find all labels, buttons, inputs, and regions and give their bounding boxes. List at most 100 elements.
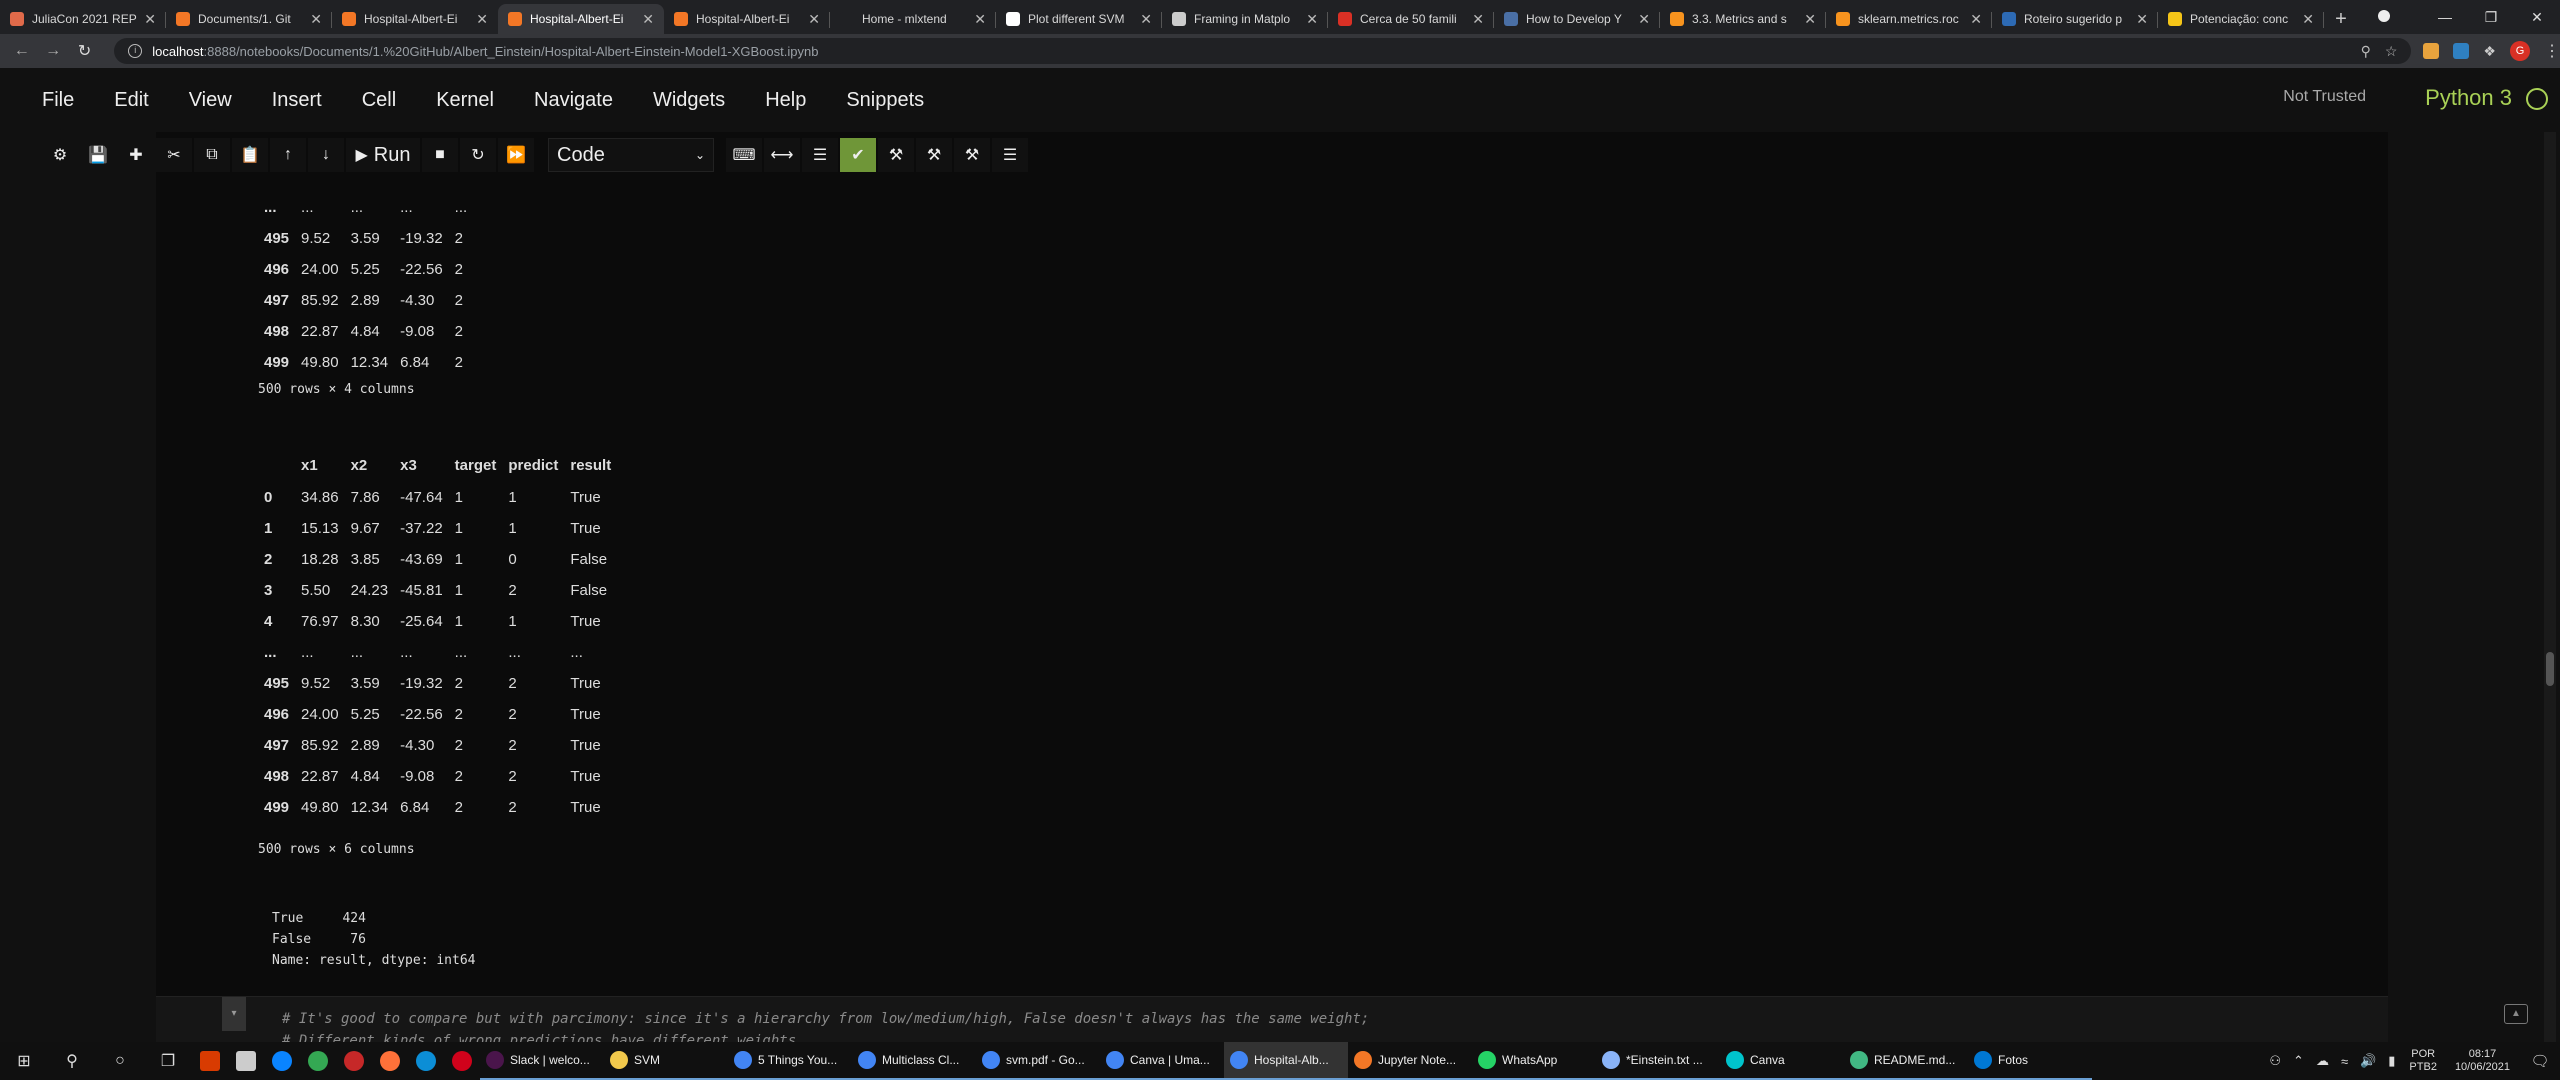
clock[interactable]: 08:17 10/06/2021	[2455, 1048, 2510, 1074]
scrollbar-thumb[interactable]	[2546, 652, 2554, 686]
browser-tab[interactable]: Hospital-Albert-Ei ✕	[332, 4, 498, 34]
browser-tab[interactable]: Framing in Matplo ✕	[1162, 4, 1328, 34]
back-icon[interactable]: ←	[6, 42, 37, 60]
browser-tab[interactable]: Roteiro sugerido p ✕	[1992, 4, 2158, 34]
trust-status[interactable]: Not Trusted	[2283, 88, 2366, 106]
browser-tab[interactable]: Hospital-Albert-Ei ✕	[498, 4, 664, 34]
people-icon[interactable]: ⚇	[2269, 1053, 2281, 1069]
extensions-puzzle-icon[interactable]: ❖	[2483, 43, 2496, 60]
taskbar-window-button[interactable]: svm.pdf - Go...	[976, 1042, 1100, 1080]
zoom-icon[interactable]: ⚲	[2361, 43, 2371, 60]
notifications-icon[interactable]: 🗨	[2520, 1052, 2560, 1070]
tab-close-icon[interactable]: ✕	[974, 11, 986, 28]
menu-snippets[interactable]: Snippets	[846, 89, 924, 112]
menu-view[interactable]: View	[189, 89, 232, 112]
collapse-cell-icon[interactable]: ▾	[222, 997, 246, 1031]
code-comment-line[interactable]: # It's good to compare but with parcimon…	[282, 1011, 1369, 1027]
hammer-icon[interactable]: ⚒	[916, 138, 952, 172]
tray-chevron-icon[interactable]: ⌃	[2293, 1053, 2304, 1069]
code-cell[interactable]: ▾ # It's good to compare but with parcim…	[156, 996, 2388, 1043]
browser-tab[interactable]: sklearn.metrics.roc ✕	[1826, 4, 1992, 34]
reload-icon[interactable]: ↻	[69, 41, 100, 61]
taskbar-window-button[interactable]: README.md...	[1844, 1042, 1968, 1080]
volume-icon[interactable]: 🔊	[2360, 1053, 2376, 1069]
menu-navigate[interactable]: Navigate	[534, 89, 613, 112]
search-icon[interactable]: ⚲	[48, 1042, 96, 1080]
cut-cells-icon[interactable]: ✂	[156, 138, 192, 172]
tab-close-icon[interactable]: ✕	[476, 11, 488, 28]
taskbar-window-button[interactable]: Hospital-Alb...	[1224, 1042, 1348, 1080]
browser-tab[interactable]: Potenciação: conc ✕	[2158, 4, 2324, 34]
table-of-contents-icon[interactable]: ☰	[992, 138, 1028, 172]
browser-tab[interactable]: Documents/1. Git ✕	[166, 4, 332, 34]
interrupt-kernel-icon[interactable]: ■	[422, 138, 458, 172]
list-numbers-icon[interactable]: ☰	[802, 138, 838, 172]
cell-type-select[interactable]: Code ⌄	[548, 138, 714, 172]
spellcheck-icon[interactable]: ✔	[840, 138, 876, 172]
taskbar-window-button[interactable]: 5 Things You...	[728, 1042, 852, 1080]
collapse-headings-icon[interactable]: ⟷	[764, 138, 800, 172]
insert-cell-below-icon[interactable]: ✚	[118, 138, 154, 172]
browser-tab[interactable]: Home - mlxtend ✕	[830, 4, 996, 34]
tab-close-icon[interactable]: ✕	[2302, 11, 2314, 28]
office-icon[interactable]	[192, 1042, 228, 1080]
forward-icon[interactable]: →	[37, 42, 68, 60]
taskbar-window-button[interactable]: *Einstein.txt ...	[1596, 1042, 1720, 1080]
tab-close-icon[interactable]: ✕	[808, 11, 820, 28]
browser-menu-icon[interactable]: ⋮	[2544, 41, 2560, 61]
taskbar-window-button[interactable]: Fotos	[1968, 1042, 2092, 1080]
scroll-to-top-icon[interactable]: ▲	[2504, 1004, 2528, 1024]
start-menu-icon[interactable]: ⊞	[0, 1042, 48, 1080]
browser-tab[interactable]: How to Develop Y ✕	[1494, 4, 1660, 34]
edge-icon[interactable]	[408, 1042, 444, 1080]
tab-close-icon[interactable]: ✕	[1970, 11, 1982, 28]
close-window-icon[interactable]: ✕	[2514, 9, 2560, 26]
profile-indicator-icon[interactable]	[2376, 9, 2422, 25]
menu-cell[interactable]: Cell	[362, 89, 396, 112]
taskbar-window-button[interactable]: SVM	[604, 1042, 728, 1080]
paste-cells-icon[interactable]: 📋	[232, 138, 268, 172]
input-language[interactable]: POR PTB2	[2409, 1048, 2437, 1074]
taskbar-window-button[interactable]: Multiclass Cl...	[852, 1042, 976, 1080]
taskbar-window-button[interactable]: Canva | Uma...	[1100, 1042, 1224, 1080]
menu-insert[interactable]: Insert	[272, 89, 322, 112]
firefox-icon[interactable]	[372, 1042, 408, 1080]
new-tab-button[interactable]: +	[2324, 4, 2358, 34]
menu-widgets[interactable]: Widgets	[653, 89, 725, 112]
bookmark-star-icon[interactable]: ☆	[2385, 43, 2398, 60]
onedrive-icon[interactable]: ☁	[2316, 1053, 2329, 1069]
hammer-icon[interactable]: ⚒	[954, 138, 990, 172]
opera-icon[interactable]	[444, 1042, 480, 1080]
extension-icon[interactable]	[2423, 43, 2440, 59]
tab-close-icon[interactable]: ✕	[144, 11, 156, 28]
restore-icon[interactable]: ❐	[2468, 9, 2514, 26]
extension-icon[interactable]	[2453, 43, 2470, 59]
hammer-icon[interactable]: ⚒	[878, 138, 914, 172]
tab-close-icon[interactable]: ✕	[1306, 11, 1318, 28]
save-icon[interactable]: 💾	[80, 138, 116, 172]
tab-close-icon[interactable]: ✕	[1804, 11, 1816, 28]
cortana-icon[interactable]: ○	[96, 1042, 144, 1080]
tab-close-icon[interactable]: ✕	[2136, 11, 2148, 28]
browser-tab[interactable]: JuliaCon 2021 REP ✕	[0, 4, 166, 34]
move-down-icon[interactable]: ↓	[308, 138, 344, 172]
taskbar-window-button[interactable]: Jupyter Note...	[1348, 1042, 1472, 1080]
command-palette-icon[interactable]: ⚙	[42, 138, 78, 172]
network-icon[interactable]: ≈	[2341, 1054, 2348, 1069]
minimize-icon[interactable]: —	[2422, 9, 2468, 25]
copy-cells-icon[interactable]: ⧉	[194, 138, 230, 172]
tab-close-icon[interactable]: ✕	[642, 11, 654, 28]
taskbar-window-button[interactable]: Slack | welco...	[480, 1042, 604, 1080]
move-up-icon[interactable]: ↑	[270, 138, 306, 172]
menu-help[interactable]: Help	[765, 89, 806, 112]
tab-close-icon[interactable]: ✕	[1140, 11, 1152, 28]
browser-tab[interactable]: Cerca de 50 famili ✕	[1328, 4, 1494, 34]
browser-tab[interactable]: 3.3. Metrics and s ✕	[1660, 4, 1826, 34]
task-view-icon[interactable]: ❐	[144, 1042, 192, 1080]
mail-icon[interactable]	[264, 1042, 300, 1080]
restart-run-all-icon[interactable]: ⏩	[498, 138, 534, 172]
url-input[interactable]: i localhost:8888/notebooks/Documents/1.%…	[114, 38, 2412, 64]
restart-kernel-icon[interactable]: ↻	[460, 138, 496, 172]
tab-close-icon[interactable]: ✕	[1638, 11, 1650, 28]
browser-tab[interactable]: Plot different SVM ✕	[996, 4, 1162, 34]
